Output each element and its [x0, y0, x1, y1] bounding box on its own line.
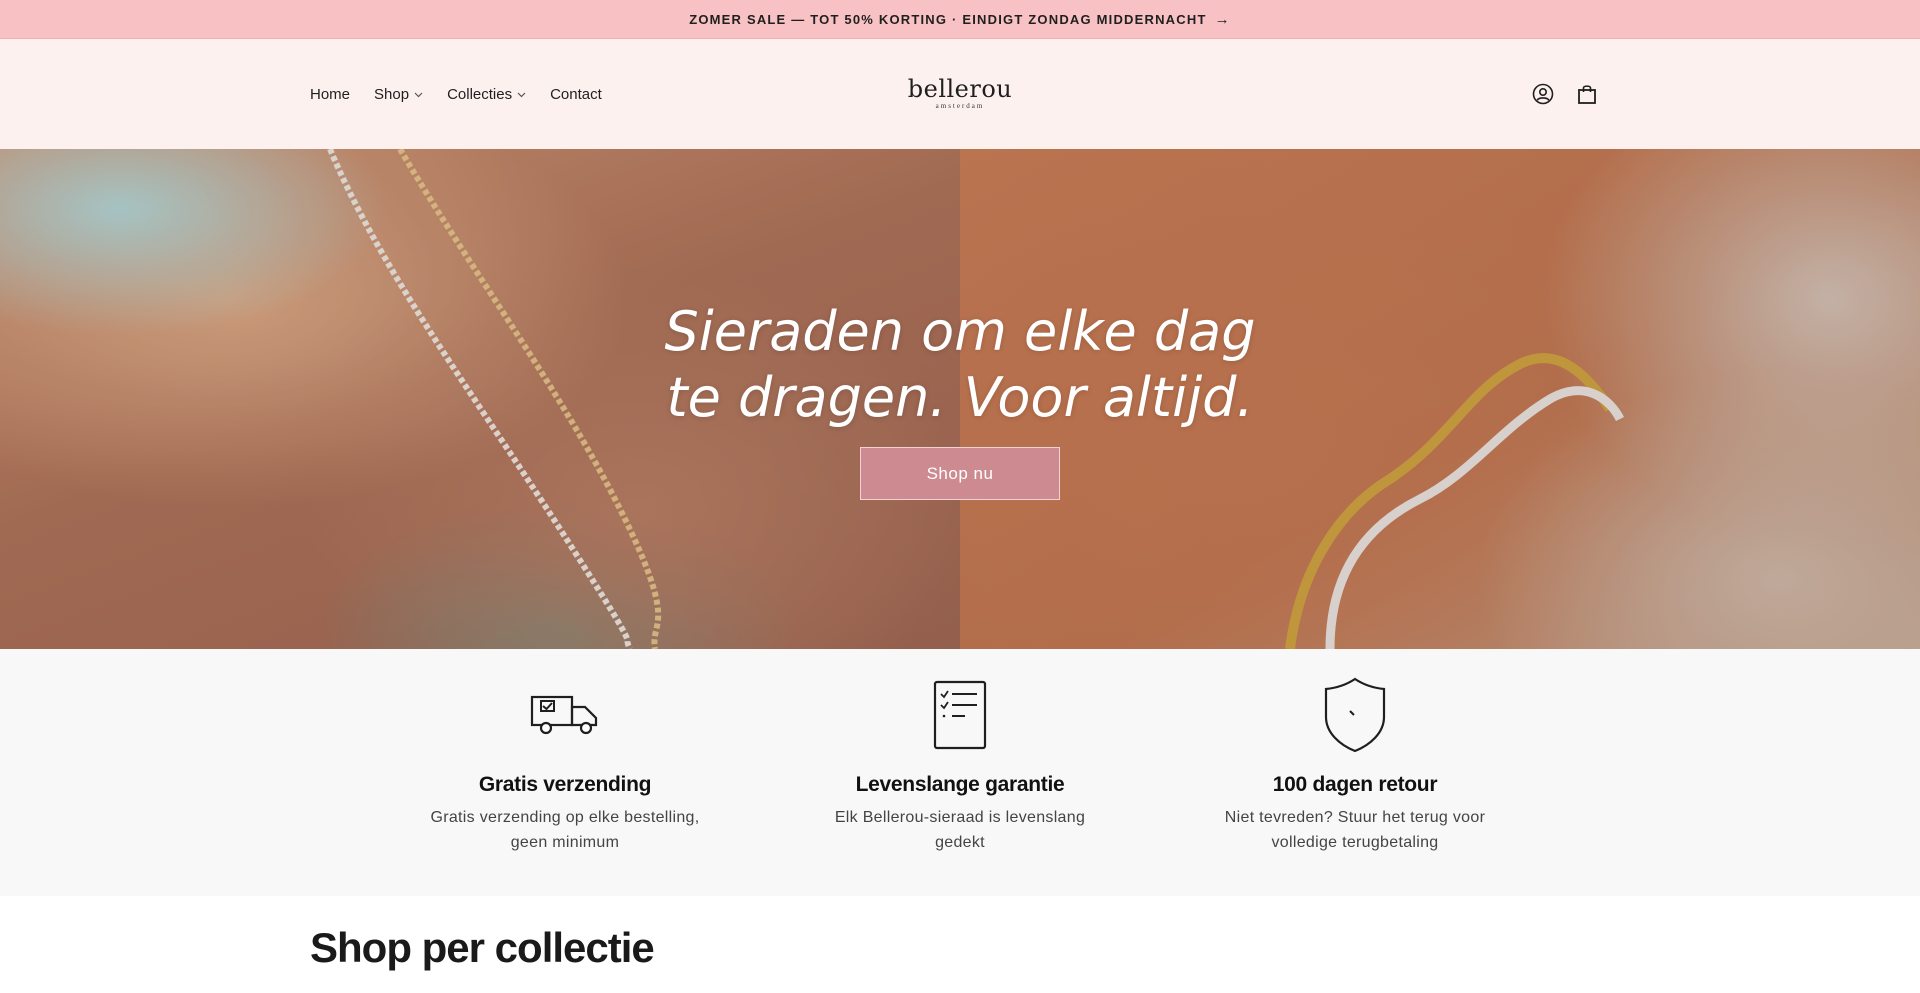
account-button[interactable]: [1532, 83, 1554, 105]
announcement-text[interactable]: ZOMER SALE — TOT 50% KORTING · EINDIGT Z…: [689, 12, 1206, 27]
logo-subtitle: amsterdam: [935, 102, 985, 110]
nav-item-contact[interactable]: Contact: [550, 86, 602, 103]
arrow-right-icon[interactable]: →: [1215, 11, 1231, 28]
feature-text: Gratis verzending op elke bestelling, ge…: [430, 809, 700, 851]
nav-item-collecties[interactable]: Collecties: [447, 86, 526, 103]
header-actions: [1532, 39, 1598, 149]
logo-wordmark: bellerou: [907, 75, 1013, 103]
feature-100-days-return: 100 dagen retour Niet tevreden? Stuur he…: [1185, 649, 1525, 855]
feature-text: Elk Bellerou-sieraad is levenslang gedek…: [834, 809, 1086, 851]
nav-item-label: Shop: [374, 85, 410, 103]
feature-free-shipping: Gratis verzending Gratis verzending op e…: [395, 649, 735, 855]
cart-button[interactable]: [1576, 83, 1598, 105]
feature-lifetime-warranty: Levenslange garantie Elk Bellerou-sieraa…: [790, 649, 1130, 855]
nav-item-home[interactable]: Home: [310, 86, 350, 103]
cart-icon: [1578, 85, 1596, 104]
hero-title: Sieraden om elke dag te dragen. Voor alt…: [0, 299, 1920, 431]
shop-now-button[interactable]: Shop nu: [860, 447, 1060, 500]
section-title: Shop per collectie: [310, 924, 655, 971]
feature-title: Gratis verzending: [478, 773, 652, 796]
site-header: Home Shop Collecties Contact bellerou am…: [0, 39, 1920, 149]
hero-banner: Sieraden om elke dag te dragen. Voor alt…: [0, 149, 1920, 649]
nav-item-label: Home: [310, 85, 351, 103]
hero-content: Sieraden om elke dag te dragen. Voor alt…: [0, 299, 1920, 500]
features-section: Gratis verzending Gratis verzending op e…: [0, 649, 1920, 896]
collections-section: Shop per collectie: [0, 896, 1920, 993]
brand-logo[interactable]: bellerou amsterdam: [908, 77, 1013, 110]
chevron-down-icon: [414, 92, 423, 98]
hero-title-line2: te dragen. Voor altijd.: [666, 366, 1254, 429]
announcement-bar[interactable]: ZOMER SALE — TOT 50% KORTING · EINDIGT Z…: [0, 0, 1920, 39]
feature-text: Niet tevreden? Stuur het terug voor voll…: [1224, 809, 1486, 851]
account-icon: [1532, 83, 1554, 105]
chevron-down-icon: [517, 92, 526, 98]
hero-title-line1: Sieraden om elke dag: [664, 300, 1256, 363]
feature-title: Levenslange garantie: [855, 773, 1065, 796]
checklist-document-icon: [933, 680, 987, 750]
main-nav: Home Shop Collecties Contact: [310, 39, 602, 149]
nav-item-label: Collecties: [447, 85, 513, 103]
feature-title: 100 dagen retour: [1272, 773, 1438, 796]
shield-icon: [1324, 677, 1386, 753]
delivery-truck-icon: [530, 695, 598, 735]
nav-item-shop[interactable]: Shop: [374, 86, 423, 103]
nav-item-label: Contact: [550, 85, 602, 103]
